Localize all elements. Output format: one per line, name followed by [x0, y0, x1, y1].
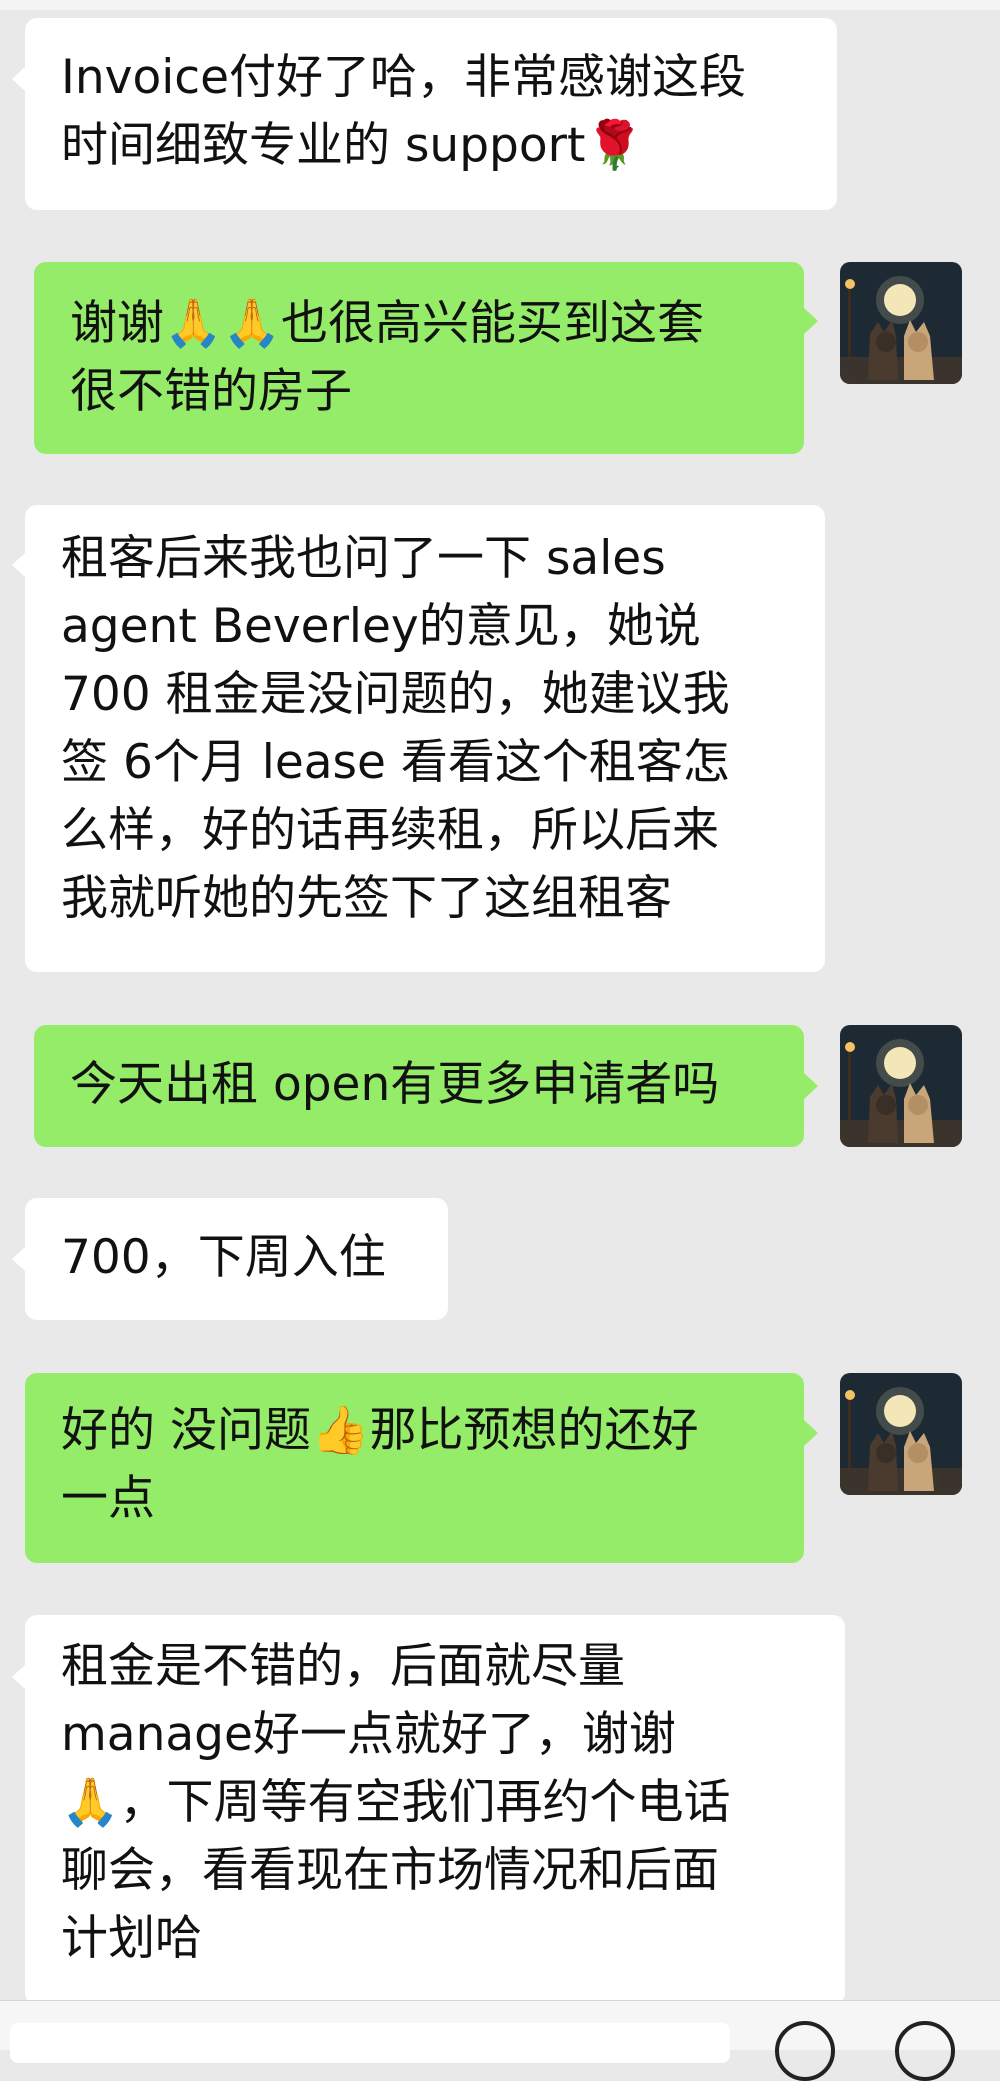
bubble-tail [804, 1073, 818, 1099]
bubble-tail [12, 66, 26, 92]
bubble-tail [12, 1246, 26, 1272]
input-bar [0, 2000, 1000, 2081]
cats-moon-avatar-icon [840, 1025, 962, 1147]
cats-moon-avatar-icon [840, 262, 962, 384]
message-bubble[interactable]: 700，下周入住 [25, 1198, 448, 1320]
bubble-tail [12, 1664, 26, 1690]
cats-moon-avatar-icon [840, 1373, 962, 1495]
message-bubble[interactable]: 好的 没问题👍那比预想的还好 一点 [25, 1373, 804, 1563]
avatar[interactable] [840, 1373, 962, 1495]
message-input[interactable] [10, 2023, 730, 2063]
add-icon[interactable] [895, 2021, 955, 2081]
message-bubble[interactable]: 租客后来我也问了一下 sales agent Beverley的意见，她说 70… [25, 505, 825, 972]
bubble-tail [804, 308, 818, 334]
message-bubble[interactable]: 谢谢🙏🙏也很高兴能买到这套 很不错的房子 [34, 262, 804, 454]
message-bubble[interactable]: Invoice付好了哈，非常感谢这段 时间细致专业的 support🌹 [25, 18, 837, 210]
avatar[interactable] [840, 1025, 962, 1147]
bubble-tail [12, 552, 26, 578]
avatar[interactable] [840, 262, 962, 384]
chat-area[interactable]: Invoice付好了哈，非常感谢这段 时间细致专业的 support🌹 谢谢🙏🙏… [0, 0, 1000, 2049]
emoji-icon[interactable] [775, 2021, 835, 2081]
message-bubble[interactable]: 今天出租 open有更多申请者吗 [34, 1025, 804, 1147]
message-bubble[interactable]: 租金是不错的，后面就尽量 manage好一点就好了，谢谢 🙏，下周等有空我们再约… [25, 1615, 845, 2005]
bubble-tail [804, 1420, 818, 1446]
